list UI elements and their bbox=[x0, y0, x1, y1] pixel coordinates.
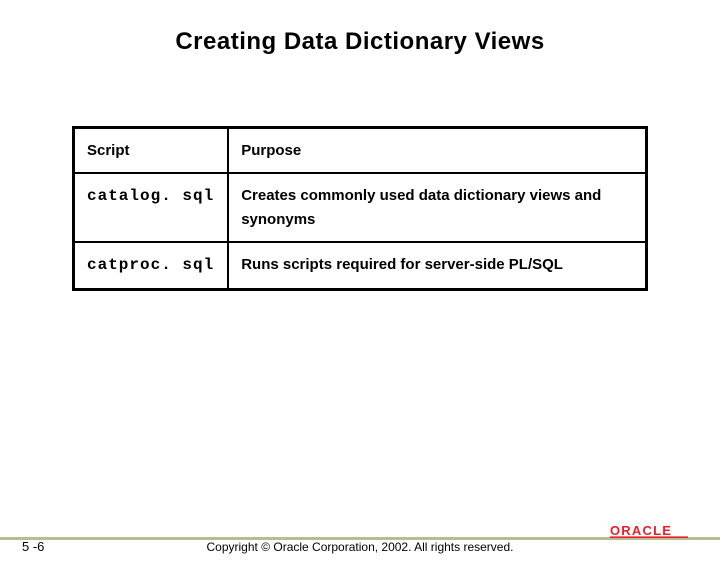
copyright-text: Copyright © Oracle Corporation, 2002. Al… bbox=[0, 540, 720, 554]
cell-purpose: Creates commonly used data dictionary vi… bbox=[228, 173, 646, 242]
table-row: catalog. sql Creates commonly used data … bbox=[74, 173, 647, 242]
slide-footer: 5 -6 Copyright © Oracle Corporation, 200… bbox=[0, 526, 720, 568]
cell-purpose: Runs scripts required for server-side PL… bbox=[228, 242, 646, 289]
cell-script: catalog. sql bbox=[74, 173, 229, 242]
scripts-table: Script Purpose catalog. sql Creates comm… bbox=[72, 126, 648, 291]
header-script: Script bbox=[74, 128, 229, 174]
table-row: catproc. sql Runs scripts required for s… bbox=[74, 242, 647, 289]
logo-text: ORACLE bbox=[610, 524, 672, 538]
cell-script: catproc. sql bbox=[74, 242, 229, 289]
table-header-row: Script Purpose bbox=[74, 128, 647, 174]
header-purpose: Purpose bbox=[228, 128, 646, 174]
oracle-logo-icon: ORACLE bbox=[610, 524, 702, 538]
slide-title: Creating Data Dictionary Views bbox=[0, 28, 720, 56]
scripts-table-container: Script Purpose catalog. sql Creates comm… bbox=[72, 126, 648, 291]
